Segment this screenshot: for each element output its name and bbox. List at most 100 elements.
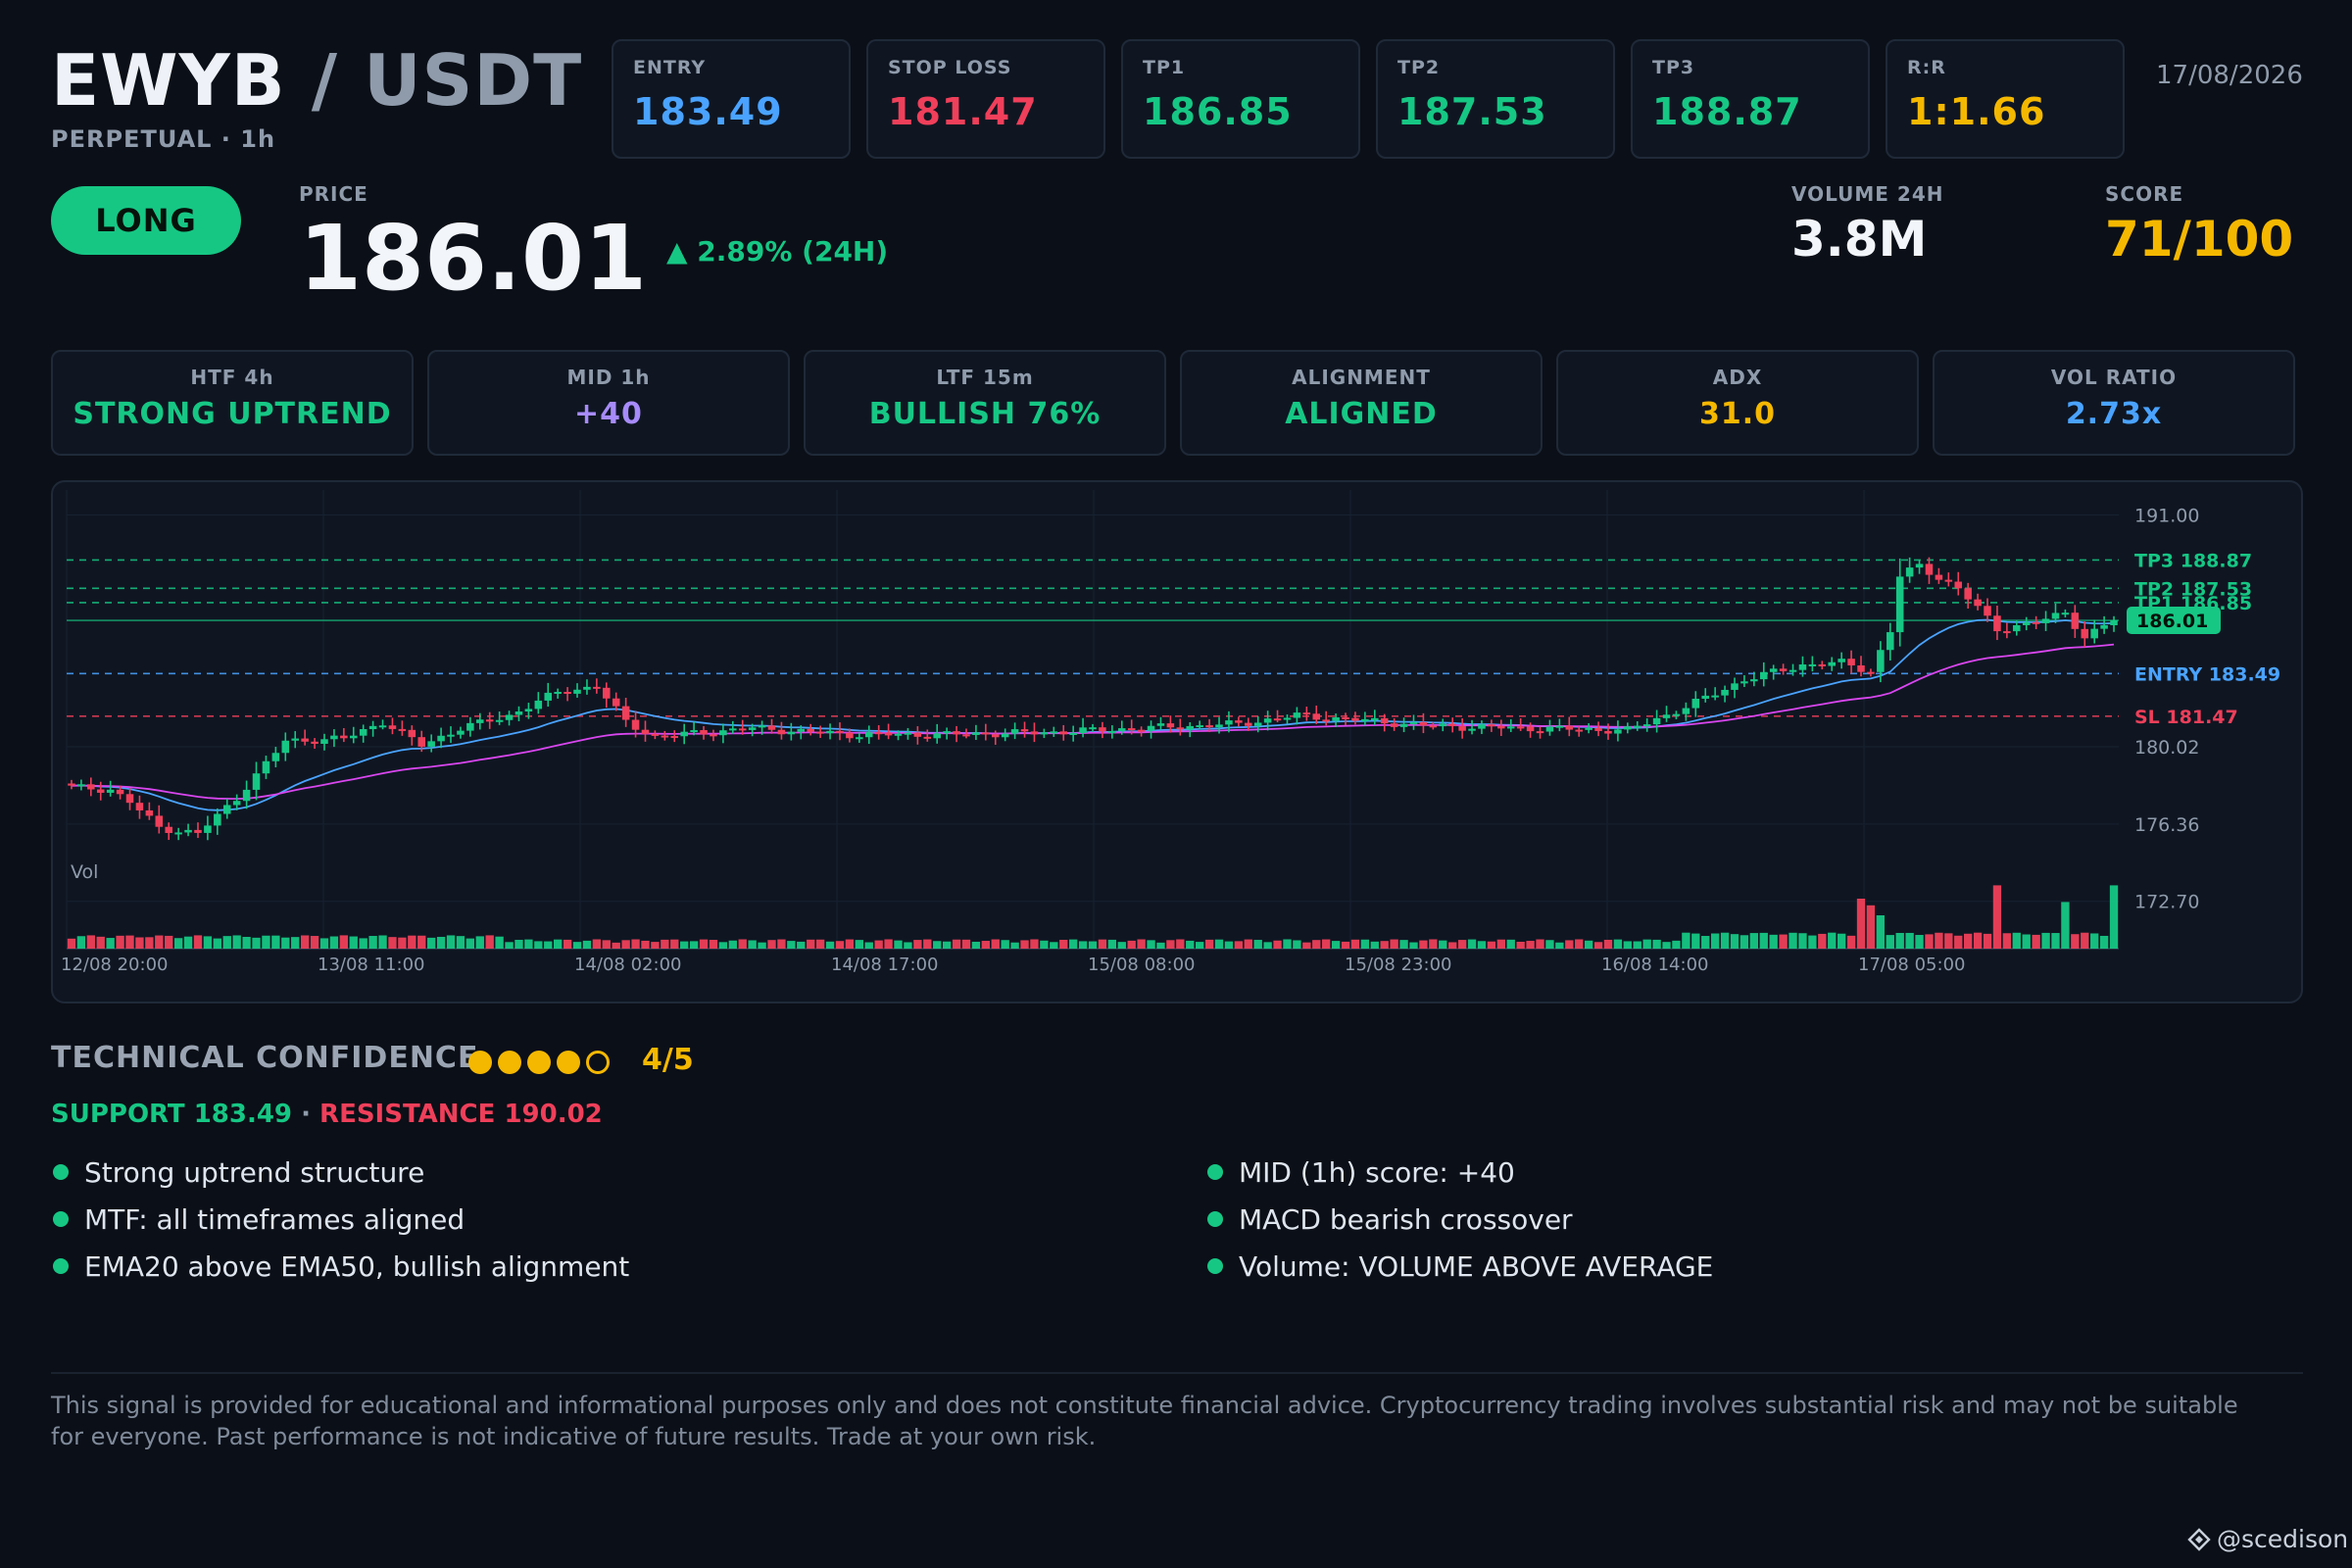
candle-body [943, 731, 951, 734]
volume-bar [554, 939, 563, 949]
tp3-stat: TP3 188.87 [1631, 39, 1870, 159]
volume-bar [1992, 885, 2002, 949]
volume-bar [2012, 932, 2021, 949]
candle-body [408, 729, 416, 738]
stat-label: ENTRY [633, 57, 707, 78]
candle-body [242, 789, 251, 802]
bullet-icon [53, 1164, 69, 1180]
watermark: @scedison [2187, 1525, 2348, 1553]
volume-bar [1749, 933, 1759, 949]
support-level: SUPPORT 183.49 [51, 1100, 293, 1129]
candle-body [320, 739, 328, 745]
volume-bar [1370, 941, 1379, 949]
volume-bar [1662, 942, 1671, 949]
volume-bar [835, 941, 845, 949]
volume-bar [894, 940, 903, 949]
candle-body [894, 733, 903, 736]
volume-bar [563, 939, 572, 949]
candle-body [1944, 579, 1953, 582]
volume-bar [1360, 939, 1370, 949]
volume-bar [1331, 941, 1341, 949]
candle-body [398, 728, 407, 731]
candle-body [349, 735, 358, 739]
candle-body [437, 735, 445, 742]
volume-bar [116, 935, 124, 949]
candle-body [1040, 732, 1049, 735]
volume-bar [1818, 933, 1827, 949]
volume-bar [2071, 934, 2080, 949]
candle-body [1886, 632, 1894, 651]
candle-body [991, 734, 1000, 738]
volume-bar [680, 941, 689, 949]
x-tick-label: 12/08 20:00 [61, 955, 168, 975]
volume-bar [242, 936, 251, 949]
candle-body [271, 753, 280, 761]
candle-body [1516, 726, 1525, 729]
candle-body [1614, 729, 1622, 734]
candle-body [466, 722, 474, 731]
candle-body [1468, 728, 1476, 731]
volume-bar [1448, 942, 1457, 949]
separator-dot: · [301, 1100, 311, 1129]
tp2-stat: TP2 187.53 [1376, 39, 1615, 159]
candle-body [670, 736, 679, 739]
candle-body [1536, 731, 1544, 734]
volume-bar [1808, 935, 1817, 949]
candle-body [767, 725, 776, 730]
volume-bar [582, 940, 592, 949]
candle-body [1351, 717, 1359, 721]
volume-bar [641, 940, 650, 949]
list-item-text: MACD bearish crossover [1239, 1202, 1573, 1236]
ema20-line [71, 618, 2115, 811]
x-tick-label: 13/08 11:00 [318, 955, 424, 975]
volume-bar [1944, 933, 1953, 949]
candle-body [1838, 659, 1845, 662]
candle-body [1964, 588, 1972, 600]
candle-body [2051, 612, 2060, 619]
bullet-icon [1207, 1211, 1223, 1227]
price-chart[interactable]: 191.00 180.02 176.36 172.70 12/08 20:00 13/08… [51, 480, 2303, 1004]
volume-bar [1652, 939, 1661, 949]
indicator-label: VOL RATIO [2050, 366, 2178, 389]
level-label-sl: SL 181.47 [2134, 707, 2238, 728]
candle-body [2081, 628, 2089, 639]
candle-body [378, 725, 387, 728]
pair-separator: / [311, 39, 338, 122]
volume-bar [1166, 940, 1175, 949]
candle-body [291, 738, 299, 741]
candle-body [1935, 574, 1943, 580]
candle-body [77, 784, 85, 787]
list-item: Strong uptrend structure [51, 1149, 629, 1196]
volume-bar [1390, 939, 1398, 949]
volume-bar [845, 939, 855, 949]
volume-bar [1672, 940, 1681, 949]
ema50-line [71, 643, 2115, 801]
volume-bar [1040, 940, 1049, 949]
candle-body [1828, 662, 1837, 666]
volume-bar [1244, 939, 1252, 949]
candle-body [1857, 664, 1865, 672]
confidence-score: 4/5 [642, 1043, 694, 1077]
volume-bar [1575, 939, 1584, 949]
volume-bar [203, 936, 213, 949]
list-item: MID (1h) score: +40 [1205, 1149, 1713, 1196]
candle-body [1565, 725, 1574, 730]
volume-bar [1516, 941, 1525, 949]
candle-body [1020, 729, 1029, 732]
volume-bar [232, 935, 241, 949]
candle-body [232, 801, 241, 806]
volume-bar [884, 939, 893, 949]
candle-body [593, 686, 601, 689]
candle-body [700, 730, 708, 735]
candle-body [2032, 621, 2040, 624]
candle-body [1215, 724, 1223, 728]
candle-body [797, 728, 806, 732]
candle-body [252, 773, 261, 790]
candle-body [524, 709, 533, 712]
volume-bar [738, 939, 747, 949]
volume-bar [1584, 940, 1593, 949]
volume-bar [1876, 915, 1886, 949]
volume-bar [2032, 934, 2040, 949]
candle-body [1624, 726, 1632, 730]
candle-body [2003, 631, 2011, 634]
